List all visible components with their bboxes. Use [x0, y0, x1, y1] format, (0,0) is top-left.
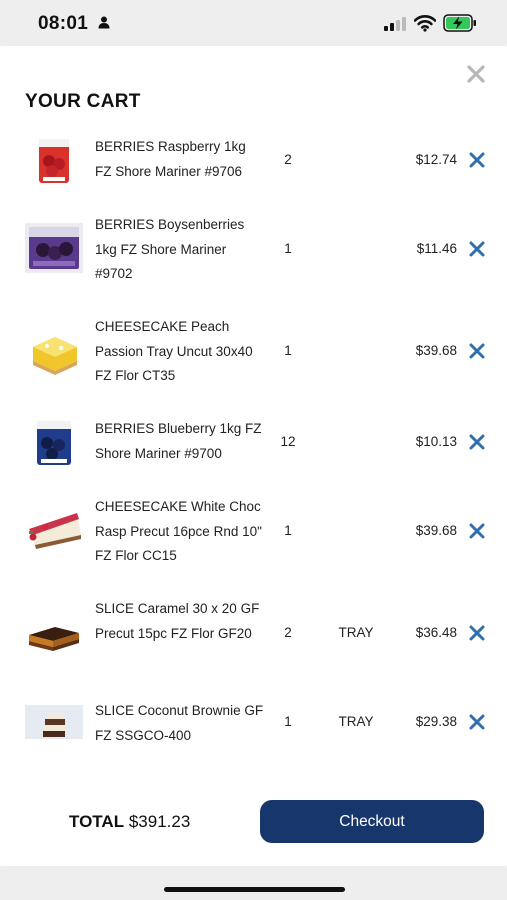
- item-name: CHEESECAKE Peach Passion Tray Uncut 30x4…: [95, 319, 253, 383]
- remove-item-icon[interactable]: [469, 523, 485, 539]
- item-unit: TRAY: [338, 625, 374, 640]
- product-thumbnail-caramel-slice: [29, 627, 79, 651]
- home-indicator[interactable]: [164, 887, 345, 892]
- cart-total: TOTAL $391.23: [69, 812, 190, 832]
- checkout-button[interactable]: Checkout: [260, 800, 484, 843]
- total-value: $391.23: [128, 812, 191, 831]
- product-thumbnail-coconut-brownie: [25, 705, 83, 739]
- product-thumbnail-boysenberries: [25, 223, 83, 273]
- item-price: $36.48: [415, 625, 457, 640]
- remove-item-icon[interactable]: [469, 343, 485, 359]
- item-quantity: 1: [284, 714, 292, 729]
- cart-title: YOUR CART: [25, 91, 141, 112]
- item-price: $10.13: [415, 434, 457, 449]
- wifi-icon: [414, 15, 436, 32]
- total-label: TOTAL: [69, 812, 125, 831]
- item-price: $39.68: [415, 523, 457, 538]
- item-price: $39.68: [415, 343, 457, 358]
- item-quantity: 2: [284, 152, 292, 167]
- item-price: $11.46: [416, 241, 457, 256]
- person-icon: [98, 16, 110, 29]
- item-name: CHEESECAKE White Choc Rasp Precut 16pce …: [95, 499, 262, 563]
- item-quantity: 1: [284, 241, 292, 256]
- remove-item-icon[interactable]: [469, 714, 485, 730]
- remove-item-icon[interactable]: [469, 152, 485, 168]
- status-bar: 08:01: [0, 0, 507, 46]
- cart-sheet: YOUR CART BERRIES Raspberry 1kg FZ Shore…: [0, 46, 507, 866]
- item-name: BERRIES Boysenberries 1kg FZ Shore Marin…: [95, 217, 245, 281]
- product-thumbnail-blueberry: [37, 421, 71, 465]
- item-quantity: 12: [280, 434, 296, 449]
- remove-item-icon[interactable]: [469, 625, 485, 641]
- item-quantity: 1: [284, 343, 292, 358]
- item-quantity: 1: [284, 523, 292, 538]
- signal-icon: [384, 17, 406, 31]
- remove-item-icon[interactable]: [469, 434, 485, 450]
- product-thumbnail-raspberry: [39, 139, 69, 183]
- close-icon[interactable]: [466, 64, 486, 84]
- status-time: 08:01: [38, 13, 89, 34]
- item-unit: TRAY: [338, 714, 374, 729]
- product-thumbnail-peach-cheesecake: [33, 337, 77, 375]
- battery-charging-icon: [443, 14, 476, 32]
- product-thumbnail-white-choc-cheesecake: [29, 513, 81, 549]
- item-name: SLICE Coconut Brownie GF FZ SSGCO-400: [95, 703, 264, 743]
- item-price: $29.38: [415, 714, 457, 729]
- item-name: BERRIES Blueberry 1kg FZ Shore Mariner #…: [95, 421, 262, 461]
- item-price: $12.74: [415, 152, 457, 167]
- item-name: BERRIES Raspberry 1kg FZ Shore Mariner #…: [95, 139, 246, 179]
- remove-item-icon[interactable]: [469, 241, 485, 257]
- item-name: SLICE Caramel 30 x 20 GF Precut 15pc FZ …: [95, 601, 260, 641]
- item-quantity: 2: [284, 625, 292, 640]
